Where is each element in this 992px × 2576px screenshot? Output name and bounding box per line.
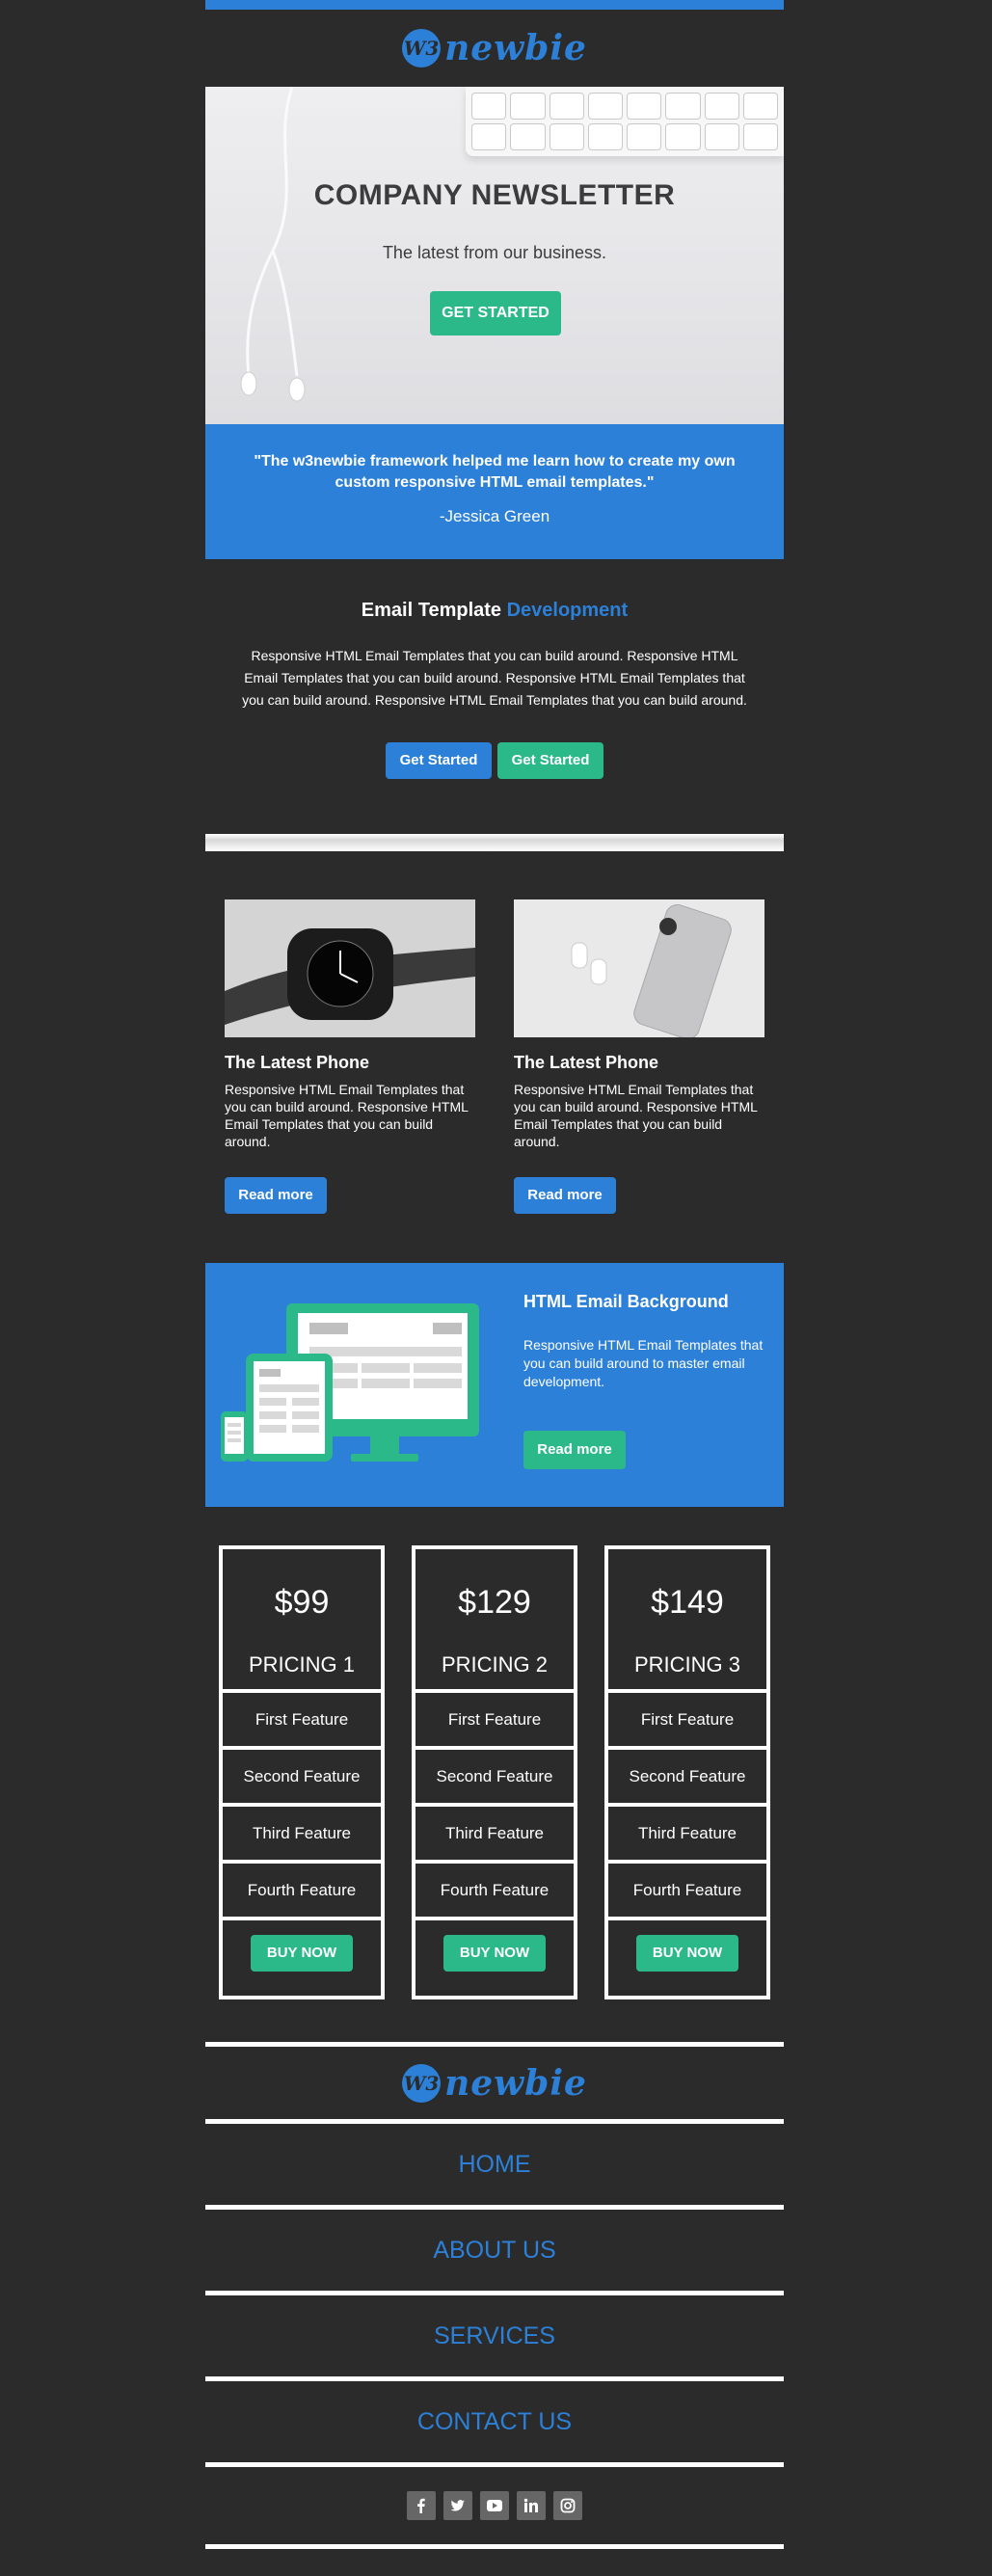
buy-row: BUY NOW (608, 1917, 766, 1986)
intro-buttons: Get Started Get Started (205, 742, 784, 779)
logo-mark: W3 (402, 2063, 442, 2103)
header: W3 newbie (205, 10, 784, 87)
get-started-blue-button[interactable]: Get Started (386, 742, 492, 779)
feature-item: Third Feature (608, 1803, 766, 1860)
intro-title-main: Email Template (361, 600, 502, 621)
youtube-icon[interactable] (480, 2491, 509, 2520)
read-more-button[interactable]: Read more (225, 1177, 327, 1214)
feature-item: First Feature (608, 1689, 766, 1746)
plan-name: PRICING 3 (633, 1652, 741, 1677)
logo-mark: W3 (402, 29, 442, 67)
footer-logo[interactable]: W3 newbie (402, 2063, 587, 2104)
product-card: The Latest Phone Responsive HTML Email T… (225, 899, 475, 1214)
feature-item: Third Feature (416, 1803, 574, 1860)
product-card: The Latest Phone Responsive HTML Email T… (514, 899, 764, 1214)
read-more-button[interactable]: Read more (523, 1431, 626, 1469)
phone-image (514, 899, 764, 1037)
social-links (205, 2467, 784, 2544)
instagram-icon[interactable] (553, 2491, 582, 2520)
keyboard-image (466, 87, 784, 156)
buy-row: BUY NOW (223, 1917, 381, 1986)
feature-text: Responsive HTML Email Templates that you… (523, 1337, 764, 1389)
footer-nav-contact[interactable]: CONTACT US (205, 2381, 784, 2462)
footer-logo-row: W3 newbie (205, 2047, 784, 2119)
product-title: The Latest Phone (514, 1053, 659, 1072)
buy-row: BUY NOW (416, 1917, 574, 1986)
footer-nav-home[interactable]: HOME (205, 2124, 784, 2205)
product-text: Responsive HTML Email Templates that you… (225, 1082, 469, 1149)
feature-item: Second Feature (416, 1746, 574, 1803)
feature-item: Fourth Feature (416, 1860, 574, 1917)
hero-subtitle: The latest from our business. (382, 243, 607, 262)
feature-item: Second Feature (223, 1746, 381, 1803)
get-started-green-button[interactable]: Get Started (497, 742, 603, 779)
footer-divider (205, 2544, 784, 2549)
feature-item: Fourth Feature (223, 1860, 381, 1917)
buy-now-button[interactable]: BUY NOW (636, 1935, 738, 1972)
top-accent-bar (205, 0, 784, 10)
buy-now-button[interactable]: BUY NOW (251, 1935, 353, 1972)
products-section: The Latest Phone Responsive HTML Email T… (205, 851, 784, 1263)
pricing-section: $99 PRICING 1 First Feature Second Featu… (205, 1507, 784, 2042)
hero-section: COMPANY NEWSLETTER The latest from our b… (205, 87, 784, 424)
twitter-icon[interactable] (443, 2491, 472, 2520)
buy-now-button[interactable]: BUY NOW (443, 1935, 546, 1972)
price: $129 (458, 1584, 531, 1621)
feature-item: First Feature (223, 1689, 381, 1746)
smartwatch-image (225, 899, 475, 1037)
facebook-icon[interactable] (407, 2491, 436, 2520)
section-divider (205, 834, 784, 851)
testimonial-quote: "The w3newbie framework helped me learn … (254, 453, 736, 491)
read-more-button[interactable]: Read more (514, 1177, 616, 1214)
logo[interactable]: W3 newbie (402, 28, 587, 68)
plan-name: PRICING 2 (441, 1652, 549, 1677)
testimonial-author: -Jessica Green (439, 507, 550, 525)
feature-section: HTML Email Background Responsive HTML Em… (205, 1263, 784, 1507)
product-text: Responsive HTML Email Templates that you… (514, 1082, 758, 1149)
hero-title: COMPANY NEWSLETTER (313, 179, 676, 211)
testimonial-section: "The w3newbie framework helped me learn … (205, 424, 784, 559)
plan-name: PRICING 1 (248, 1652, 356, 1677)
logo-wordmark: newbie (444, 2062, 587, 2104)
get-started-button[interactable]: GET STARTED (430, 291, 561, 335)
footer-nav-services[interactable]: SERVICES (205, 2295, 784, 2376)
linkedin-icon[interactable] (517, 2491, 546, 2520)
footer: W3 newbie HOME ABOUT US SERVICES CONTACT… (205, 2042, 784, 2549)
footer-nav-about[interactable]: ABOUT US (205, 2210, 784, 2291)
pricing-card: $99 PRICING 1 First Feature Second Featu… (219, 1545, 385, 1999)
pricing-card: $149 PRICING 3 First Feature Second Feat… (604, 1545, 770, 1999)
feature-item: Third Feature (223, 1803, 381, 1860)
price: $99 (274, 1584, 330, 1621)
pricing-card: $129 PRICING 2 First Feature Second Feat… (412, 1545, 577, 1999)
feature-title: HTML Email Background (523, 1292, 729, 1311)
logo-wordmark: newbie (444, 28, 587, 68)
devices-illustration (221, 1303, 479, 1462)
intro-title-accent: Development (506, 600, 629, 621)
feature-item: Second Feature (608, 1746, 766, 1803)
email-container: W3 newbie COMPANY NEWSLETTER The latest … (205, 0, 784, 2549)
intro-title: Email Template Development (205, 600, 784, 622)
intro-body: Responsive HTML Email Templates that you… (242, 648, 747, 708)
price: $149 (651, 1584, 724, 1621)
feature-item: First Feature (416, 1689, 574, 1746)
intro-section: Email Template Development Responsive HT… (205, 559, 784, 834)
feature-item: Fourth Feature (608, 1860, 766, 1917)
product-title: The Latest Phone (225, 1053, 370, 1072)
